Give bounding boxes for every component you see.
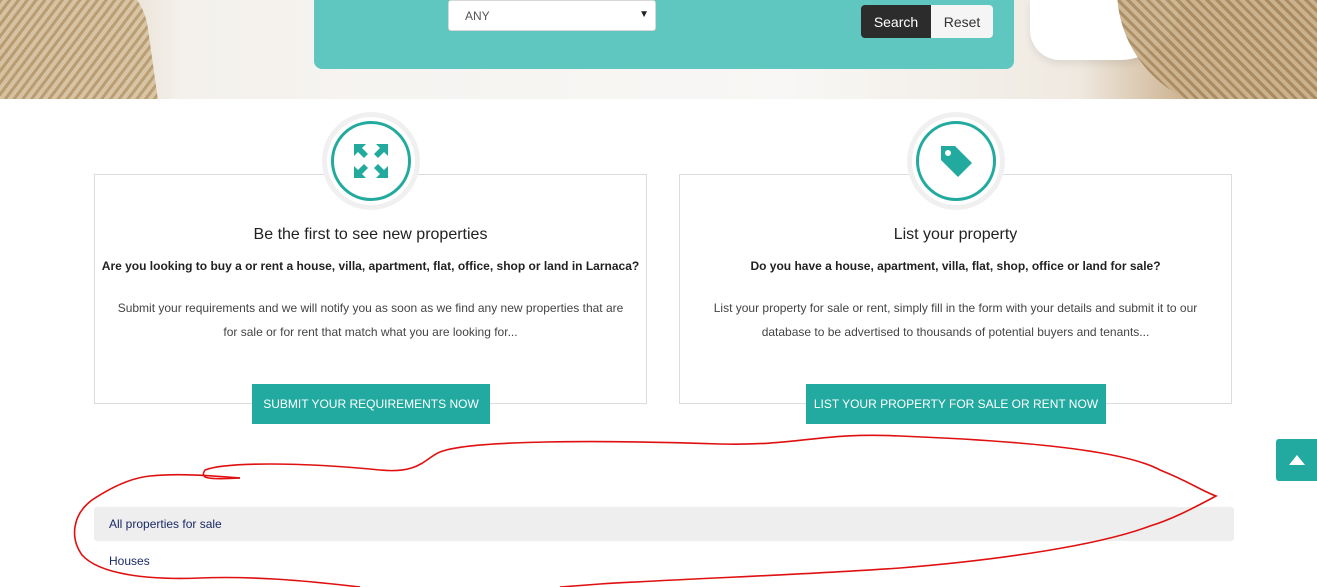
link-all-properties-for-sale[interactable]: All properties for sale [94,507,1234,541]
reset-button[interactable]: Reset [931,5,993,38]
list-property-button[interactable]: LIST YOUR PROPERTY FOR SALE OR RENT NOW [806,384,1106,424]
search-button[interactable]: Search [861,5,931,38]
hero-banner: ANY ▼ Search Reset [0,0,1317,99]
hero-background-left [0,0,159,99]
select-arrow-icon: ▼ [639,9,649,20]
chevron-up-icon [1288,455,1305,465]
link-label: All properties for sale [109,517,222,531]
card-list-property: List your property Do you have a house, … [679,174,1232,404]
property-type-select[interactable]: ANY ▼ [448,0,656,31]
select-value: ANY [465,8,490,23]
card-body: List your property for sale or rent, sim… [713,301,1198,339]
card-title: List your property [893,226,1018,243]
card-icon-ring-left [327,117,415,205]
link-houses[interactable]: Houses [94,544,1234,578]
link-label: Houses [109,554,150,568]
scroll-to-top-button[interactable] [1276,439,1317,481]
card-new-properties: Be the first to see new properties Are y… [94,174,647,404]
price-tag-icon [941,146,972,177]
card-body: Submit your requirements and we will not… [117,301,624,339]
submit-requirements-button[interactable]: SUBMIT YOUR REQUIREMENTS NOW [252,384,490,424]
hero-background-right [1117,0,1317,99]
expand-arrows-icon [354,144,388,178]
card-subtitle: Are you looking to buy a or rent a house… [101,259,640,273]
card-subtitle: Do you have a house, apartment, villa, f… [750,259,1161,273]
card-title: Be the first to see new properties [253,226,488,243]
card-icon-ring-right [912,117,1000,205]
